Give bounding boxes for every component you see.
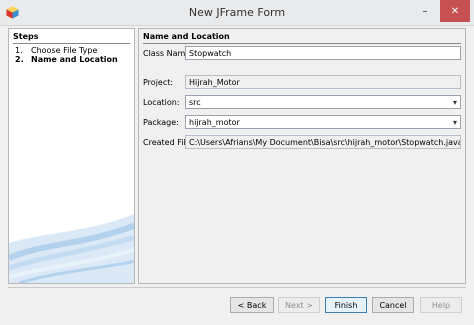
decorative-swoosh-image (9, 213, 134, 283)
step-name-and-location: 2. Name and Location (15, 55, 118, 64)
footer-divider (8, 287, 466, 288)
panel-divider (143, 43, 461, 44)
steps-divider (13, 43, 130, 44)
step-choose-file-type: 1. Choose File Type (15, 46, 97, 55)
location-select[interactable]: src ▾ (185, 95, 461, 109)
chevron-down-icon: ▾ (452, 98, 457, 107)
panel-header: Name and Location (143, 32, 230, 41)
minimize-button[interactable]: – (412, 0, 438, 22)
steps-header: Steps (13, 32, 39, 41)
help-button[interactable]: Help (420, 297, 462, 313)
project-label: Project: (143, 78, 174, 87)
package-select[interactable]: hijrah_motor ▾ (185, 115, 461, 129)
project-field: Hijrah_Motor (185, 75, 461, 89)
package-label: Package: (143, 118, 179, 127)
title-bar: New JFrame Form – ✕ (0, 0, 474, 26)
close-button[interactable]: ✕ (440, 0, 470, 22)
step-label: Choose File Type (31, 46, 98, 55)
chevron-down-icon: ▾ (452, 118, 457, 127)
package-selected-value: hijrah_motor (189, 118, 240, 127)
finish-button[interactable]: Finish (325, 297, 367, 313)
cancel-button[interactable]: Cancel (372, 297, 414, 313)
step-number: 2. (15, 55, 24, 64)
next-button[interactable]: Next > (278, 297, 320, 313)
window-title: New JFrame Form (188, 6, 286, 19)
created-file-field: C:\Users\Afrians\My Document\Bisa\src\hi… (185, 135, 461, 149)
location-label: Location: (143, 98, 180, 107)
steps-panel: Steps 1. Choose File Type 2. Name and Loca… (8, 28, 135, 284)
name-location-panel: Name and Location Class Name: Project: H… (138, 28, 466, 284)
step-number: 1. (15, 46, 23, 55)
back-button[interactable]: < Back (230, 297, 274, 313)
step-label: Name and Location (31, 55, 118, 64)
class-name-input[interactable] (185, 46, 461, 60)
location-selected-value: src (189, 98, 201, 107)
